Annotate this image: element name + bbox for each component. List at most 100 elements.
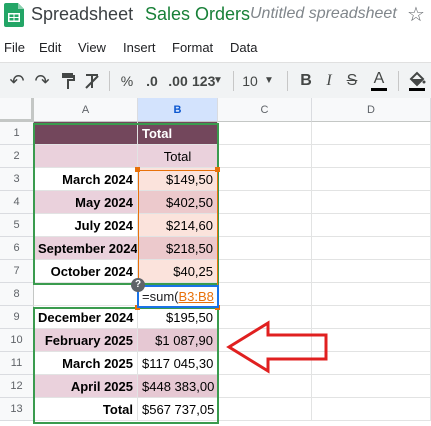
cell-b5[interactable]: $214,60 xyxy=(138,214,218,237)
formula-help-icon[interactable]: ? xyxy=(131,278,145,292)
cell-a11[interactable]: March 2025 xyxy=(34,352,138,375)
font-size-select[interactable]: 10 xyxy=(242,71,258,91)
cell-c1[interactable] xyxy=(218,122,312,145)
cell-d4[interactable] xyxy=(312,191,431,214)
cell-a6[interactable]: September 2024 xyxy=(34,237,138,260)
row-header[interactable]: 2 xyxy=(0,145,34,168)
star-icon[interactable]: ☆ xyxy=(407,2,425,27)
document-subtitle: Untitled spreadsheet xyxy=(250,5,397,22)
app-name: Spreadsheet xyxy=(31,4,134,24)
cell-d2[interactable] xyxy=(312,145,431,168)
range-handle[interactable] xyxy=(215,167,220,172)
menu-data[interactable]: Data xyxy=(230,40,257,55)
cell-b13[interactable]: $567 737,05 xyxy=(138,398,218,421)
redo-icon[interactable]: ↷ xyxy=(33,71,51,91)
cell-a4[interactable]: May 2024 xyxy=(34,191,138,214)
cell-c5[interactable] xyxy=(218,214,312,237)
cell-b4[interactable]: $402,50 xyxy=(138,191,218,214)
formula-prefix: =sum( xyxy=(142,289,179,304)
document-title[interactable]: Sales Orders xyxy=(145,4,250,25)
cell-c3[interactable] xyxy=(218,168,312,191)
cell-d12[interactable] xyxy=(312,375,431,398)
row-header[interactable]: 8 xyxy=(0,283,34,306)
percent-format-button[interactable]: % xyxy=(120,71,134,91)
chevron-down-icon[interactable]: ▼ xyxy=(213,71,223,91)
increase-decimal-button[interactable]: .00 xyxy=(167,71,189,91)
toolbar-divider xyxy=(398,71,399,91)
cell-c4[interactable] xyxy=(218,191,312,214)
column-header-a[interactable]: A xyxy=(34,98,138,122)
menu-view[interactable]: View xyxy=(78,40,106,55)
cell-c7[interactable] xyxy=(218,260,312,283)
title-bar: Spreadsheet Sales Orders Untitled spread… xyxy=(0,0,431,30)
decrease-decimal-button[interactable]: .0 xyxy=(143,71,161,91)
menu-file[interactable]: File xyxy=(4,40,25,55)
row-header[interactable]: 13 xyxy=(0,398,34,421)
toolbar: ↶ ↷ % .0 .00 123 ▼ 10 ▼ B I S A xyxy=(0,62,431,98)
menu-format[interactable]: Format xyxy=(172,40,213,55)
cell-c13[interactable] xyxy=(218,398,312,421)
column-header-d[interactable]: D xyxy=(312,98,431,122)
bold-button[interactable]: B xyxy=(298,71,314,91)
cell-a8[interactable] xyxy=(34,283,138,306)
cell-a5[interactable]: July 2024 xyxy=(34,214,138,237)
cell-d6[interactable] xyxy=(312,237,431,260)
cell-a13[interactable]: Total xyxy=(34,398,138,421)
row-header[interactable]: 7 xyxy=(0,260,34,283)
cell-c2[interactable] xyxy=(218,145,312,168)
strikethrough-button[interactable]: S xyxy=(345,71,359,91)
formula-range-ref: B3:B8 xyxy=(178,289,214,304)
cell-b11[interactable]: $117 045,30 xyxy=(138,352,218,375)
row-header[interactable]: 11 xyxy=(0,352,34,375)
cell-b1[interactable]: Total xyxy=(138,122,218,145)
cell-b6[interactable]: $218,50 xyxy=(138,237,218,260)
cell-c6[interactable] xyxy=(218,237,312,260)
cell-a9[interactable]: December 2024 xyxy=(34,306,138,329)
row-header[interactable]: 1 xyxy=(0,122,34,145)
cell-a10[interactable]: February 2025 xyxy=(34,329,138,352)
menu-insert[interactable]: Insert xyxy=(123,40,156,55)
cell-c8[interactable] xyxy=(218,283,312,306)
cell-a12[interactable]: April 2025 xyxy=(34,375,138,398)
clear-format-icon[interactable] xyxy=(84,72,100,90)
formula-editor-cell[interactable]: =sum(B3:B8 xyxy=(137,285,219,308)
more-formats-button[interactable]: 123 xyxy=(192,71,215,91)
cell-d5[interactable] xyxy=(312,214,431,237)
row-header[interactable]: 12 xyxy=(0,375,34,398)
undo-icon[interactable]: ↶ xyxy=(8,71,26,91)
column-header-b[interactable]: B xyxy=(138,98,218,122)
text-color-button[interactable]: A xyxy=(371,71,387,91)
sheets-logo-icon[interactable] xyxy=(4,3,24,27)
fill-color-icon[interactable] xyxy=(408,71,426,91)
cell-b7[interactable]: $40,25 xyxy=(138,260,218,283)
menu-edit[interactable]: Edit xyxy=(39,40,61,55)
cell-b2[interactable]: Total xyxy=(138,145,218,168)
cell-c12[interactable] xyxy=(218,375,312,398)
cell-d8[interactable] xyxy=(312,283,431,306)
cell-d1[interactable] xyxy=(312,122,431,145)
red-arrow-annotation xyxy=(226,320,328,374)
cell-a2[interactable] xyxy=(34,145,138,168)
cell-d13[interactable] xyxy=(312,398,431,421)
row-header[interactable]: 5 xyxy=(0,214,34,237)
cell-a7[interactable]: October 2024 xyxy=(34,260,138,283)
cell-a3[interactable]: March 2024 xyxy=(34,168,138,191)
row-header[interactable]: 3 xyxy=(0,168,34,191)
italic-button[interactable]: I xyxy=(323,71,335,91)
row-header[interactable]: 4 xyxy=(0,191,34,214)
cell-b3[interactable]: $149,50 xyxy=(138,168,218,191)
cell-b12[interactable]: $448 383,00 xyxy=(138,375,218,398)
cell-d3[interactable] xyxy=(312,168,431,191)
column-header-c[interactable]: C xyxy=(218,98,312,122)
paint-format-icon[interactable] xyxy=(60,72,76,90)
range-handle[interactable] xyxy=(135,167,140,172)
cell-b9[interactable]: $195,50 xyxy=(138,306,218,329)
row-header[interactable]: 10 xyxy=(0,329,34,352)
cell-b10[interactable]: $1 087,90 xyxy=(138,329,218,352)
chevron-down-icon[interactable]: ▼ xyxy=(264,71,274,91)
row-header[interactable]: 6 xyxy=(0,237,34,260)
select-all-corner[interactable] xyxy=(0,98,34,122)
cell-d7[interactable] xyxy=(312,260,431,283)
cell-a1[interactable] xyxy=(34,122,138,145)
row-header[interactable]: 9 xyxy=(0,306,34,329)
